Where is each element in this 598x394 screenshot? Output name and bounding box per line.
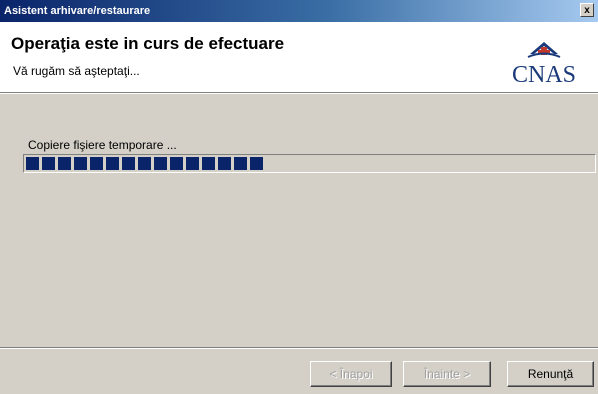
progress-block [90, 157, 103, 170]
page-title: Operaţia este in curs de efectuare [11, 34, 285, 53]
status-text: Copiere fişiere temporare ... [28, 138, 177, 152]
progress-block [106, 157, 119, 170]
cnas-logo: CNAS [512, 42, 576, 88]
logo-text: CNAS [512, 62, 576, 88]
progress-block [218, 157, 231, 170]
progress-block [186, 157, 199, 170]
progress-block [138, 157, 151, 170]
progress-block [250, 157, 263, 170]
progress-block [202, 157, 215, 170]
cancel-button[interactable]: Renunţă [507, 361, 594, 387]
close-button[interactable]: x [580, 3, 594, 17]
close-icon: x [584, 5, 590, 16]
next-button[interactable]: Înainte > [403, 361, 491, 387]
window-title: Asistent arhivare/restaurare [4, 5, 151, 17]
progress-block [74, 157, 87, 170]
wizard-window: Asistent arhivare/restaurare x Operaţia … [0, 0, 598, 394]
footer-divider-highlight [0, 348, 598, 349]
progress-block [170, 157, 183, 170]
back-button[interactable]: < Înapoi [310, 361, 392, 387]
progress-bar [23, 154, 596, 173]
progress-block [122, 157, 135, 170]
progress-block [234, 157, 247, 170]
title-bar[interactable]: Asistent arhivare/restaurare x [0, 0, 598, 22]
header-divider-highlight [0, 93, 598, 94]
progress-block [154, 157, 167, 170]
progress-block [26, 157, 39, 170]
progress-block [42, 157, 55, 170]
progress-fill [26, 157, 598, 170]
wizard-header: Operaţia este in curs de efectuare Vă ru… [0, 22, 598, 92]
progress-block [58, 157, 71, 170]
page-subtitle: Vă rugăm să aşteptaţi... [13, 64, 140, 78]
